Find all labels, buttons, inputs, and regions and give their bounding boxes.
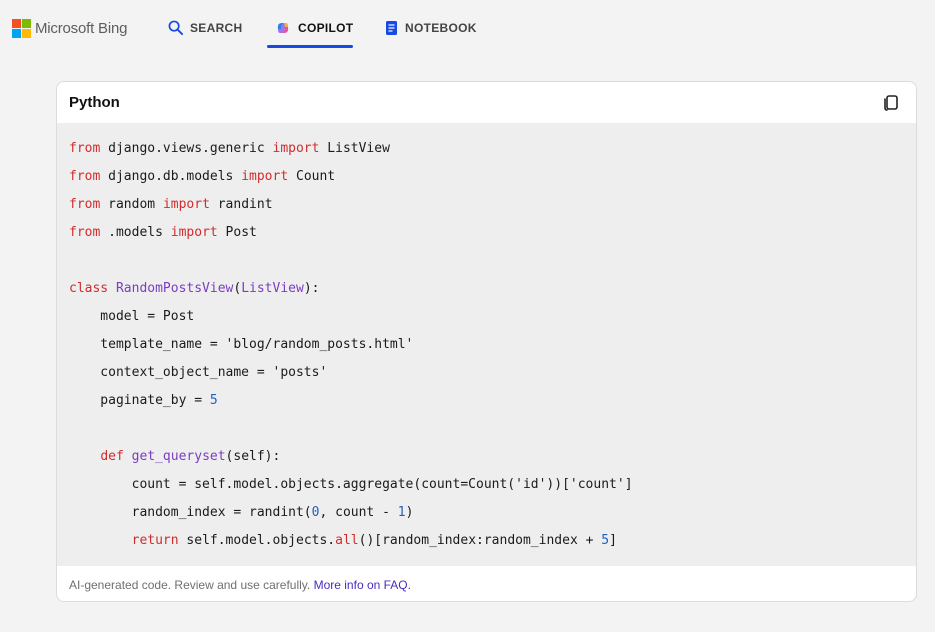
- code-token: get_queryset: [131, 449, 226, 464]
- code-line: from django.db.models import Count: [69, 168, 335, 186]
- tab-notebook[interactable]: NOTEBOOK: [385, 20, 477, 36]
- code-token: random: [100, 197, 163, 212]
- code-line: class RandomPostsView(ListView):: [69, 280, 319, 298]
- code-token: import: [170, 225, 218, 240]
- code-block[interactable]: from django.views.generic import ListVie…: [57, 123, 916, 566]
- copilot-icon: [277, 23, 289, 33]
- code-line: from .models import Post: [69, 224, 257, 242]
- code-line: random_index = randint(0, count - 1): [69, 504, 414, 522]
- code-token: from: [69, 169, 101, 184]
- tab-copilot-label: COPILOT: [298, 21, 354, 35]
- notebook-icon: [386, 21, 397, 35]
- code-line: template_name = 'blog/random_posts.html': [69, 336, 413, 354]
- code-token: self.model.objects.: [178, 533, 336, 548]
- code-token: from: [69, 225, 101, 240]
- code-token: class: [69, 281, 109, 296]
- microsoft-logo-icon: [12, 19, 31, 38]
- disclaimer-text: AI-generated code. Review and use carefu…: [69, 578, 314, 592]
- code-token: randint: [209, 197, 273, 212]
- code-token: paginate_by =: [69, 393, 210, 408]
- code-token: model = Post: [69, 309, 195, 324]
- bing-logo[interactable]: Microsoft Bing: [12, 19, 127, 38]
- faq-link[interactable]: More info on FAQ.: [314, 578, 411, 592]
- code-card-header: Python: [57, 82, 916, 123]
- top-bar: Microsoft Bing SEARCH COPILOT NOTEBOOK: [0, 0, 935, 56]
- code-token: Count: [288, 169, 336, 184]
- code-token: template_name = 'blog/random_posts.html': [69, 337, 414, 352]
- code-line: count = self.model.objects.aggregate(cou…: [69, 476, 633, 494]
- search-icon: [168, 20, 183, 35]
- code-token: def: [100, 449, 124, 464]
- code-token: import: [272, 141, 320, 156]
- tab-search[interactable]: SEARCH: [168, 20, 242, 35]
- code-line: from random import randint: [69, 196, 273, 214]
- code-token: import: [241, 169, 289, 184]
- code-token: import: [162, 197, 210, 212]
- code-token: Post: [217, 225, 257, 240]
- code-line: from django.views.generic import ListVie…: [69, 140, 390, 158]
- code-token: count = self.model.objects.aggregate(cou…: [69, 477, 633, 492]
- code-token: all: [335, 533, 359, 548]
- code-token: .models: [100, 225, 171, 240]
- code-line: return self.model.objects.all()[random_i…: [69, 532, 617, 550]
- brand-name: Microsoft Bing: [35, 20, 128, 37]
- code-token: return: [131, 533, 179, 548]
- code-line: paginate_by = 5: [69, 392, 218, 410]
- code-line: def get_queryset(self):: [69, 448, 280, 466]
- code-token: from: [69, 197, 101, 212]
- code-token: , count -: [319, 505, 398, 520]
- code-token: 1: [397, 505, 406, 520]
- code-token: RandomPostsView: [115, 281, 234, 296]
- code-token: 5: [209, 393, 218, 408]
- code-token: random_index = randint(: [69, 505, 312, 520]
- tab-search-label: SEARCH: [190, 20, 243, 35]
- tab-copilot[interactable]: COPILOT: [275, 20, 353, 36]
- tab-notebook-label: NOTEBOOK: [405, 21, 477, 35]
- code-disclaimer: AI-generated code. Review and use carefu…: [69, 578, 411, 592]
- code-token: (self):: [225, 449, 281, 464]
- code-language-label: Python: [69, 94, 120, 111]
- code-token: django.db.models: [100, 169, 242, 184]
- copy-icon[interactable]: [882, 93, 900, 111]
- active-tab-indicator: [267, 45, 353, 48]
- code-token: ()[random_index:random_index +: [358, 533, 602, 548]
- code-card: Python from django.views.generic import …: [56, 81, 917, 602]
- code-token: ):: [303, 281, 320, 296]
- code-token: ): [405, 505, 414, 520]
- code-token: from: [69, 141, 101, 156]
- code-line: context_object_name = 'posts': [69, 364, 327, 382]
- code-token: ]: [609, 533, 617, 548]
- code-token: django.views.generic: [100, 141, 273, 156]
- code-token: ListView: [319, 141, 390, 156]
- code-token: ListView: [241, 281, 304, 296]
- code-token: context_object_name = 'posts': [69, 365, 328, 380]
- code-line: model = Post: [69, 308, 194, 326]
- code-token: 5: [601, 533, 610, 548]
